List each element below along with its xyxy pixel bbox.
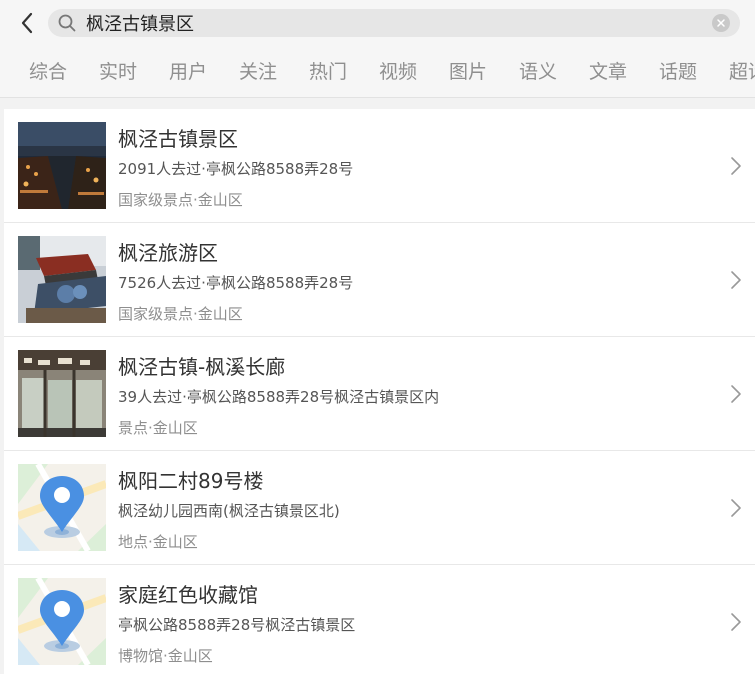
clear-search-button[interactable] xyxy=(712,14,730,32)
tab-super-topics[interactable]: 超话 xyxy=(729,57,755,84)
chevron-right-icon xyxy=(731,157,741,175)
place-address: 7526人去过·亭枫公路8588弄28号 xyxy=(118,274,354,292)
search-header: 综合 实时 用户 关注 热门 视频 图片 语义 文章 话题 超话 xyxy=(0,0,755,98)
tab-semantic[interactable]: 语义 xyxy=(519,57,557,84)
place-address: 枫泾幼儿园西南(枫泾古镇景区北) xyxy=(118,502,340,520)
map-pin-icon xyxy=(18,578,106,665)
place-category: 国家级景点·金山区 xyxy=(118,305,243,323)
place-category: 博物馆·金山区 xyxy=(118,647,213,665)
place-address: 亭枫公路8588弄28号枫泾古镇景区 xyxy=(118,616,356,634)
search-box[interactable] xyxy=(48,9,740,37)
search-icon xyxy=(58,14,76,32)
list-item[interactable]: 枫泾古镇景区 2091人去过·亭枫公路8588弄28号 国家级景点·金山区 xyxy=(4,109,755,223)
tab-hot[interactable]: 热门 xyxy=(309,57,347,84)
place-thumbnail xyxy=(18,350,106,437)
tab-users[interactable]: 用户 xyxy=(169,57,207,84)
place-title: 枫泾古镇-枫溪长廊 xyxy=(118,355,286,379)
place-title: 枫泾古镇景区 xyxy=(118,127,238,151)
list-item[interactable]: 家庭红色收藏馆 亭枫公路8588弄28号枫泾古镇景区 博物馆·金山区 xyxy=(4,565,755,674)
tab-following[interactable]: 关注 xyxy=(239,57,277,84)
list-item[interactable]: 枫泾旅游区 7526人去过·亭枫公路8588弄28号 国家级景点·金山区 xyxy=(4,223,755,337)
place-category: 景点·金山区 xyxy=(118,419,198,437)
place-category: 地点·金山区 xyxy=(118,533,198,551)
place-title: 枫阳二村89号楼 xyxy=(118,469,264,493)
search-input[interactable] xyxy=(86,9,706,37)
chevron-right-icon xyxy=(731,385,741,403)
tab-topics[interactable]: 话题 xyxy=(659,57,697,84)
list-item[interactable]: 枫泾古镇-枫溪长廊 39人去过·亭枫公路8588弄28号枫泾古镇景区内 景点·金… xyxy=(4,337,755,451)
close-icon xyxy=(717,19,725,27)
filter-tabs: 综合 实时 用户 关注 热门 视频 图片 语义 文章 话题 超话 xyxy=(0,47,755,95)
poi-result-list: 枫泾古镇景区 2091人去过·亭枫公路8588弄28号 国家级景点·金山区 枫泾… xyxy=(4,109,755,674)
tab-images[interactable]: 图片 xyxy=(449,57,487,84)
list-item[interactable]: 枫阳二村89号楼 枫泾幼儿园西南(枫泾古镇景区北) 地点·金山区 xyxy=(4,451,755,565)
tab-comprehensive[interactable]: 综合 xyxy=(29,57,67,84)
tab-articles[interactable]: 文章 xyxy=(589,57,627,84)
chevron-right-icon xyxy=(731,499,741,517)
place-address: 2091人去过·亭枫公路8588弄28号 xyxy=(118,160,354,178)
chevron-right-icon xyxy=(731,613,741,631)
back-button[interactable] xyxy=(14,10,40,36)
tab-video[interactable]: 视频 xyxy=(379,57,417,84)
chevron-left-icon xyxy=(21,12,33,34)
place-title: 枫泾旅游区 xyxy=(118,241,218,265)
place-title: 家庭红色收藏馆 xyxy=(118,583,258,607)
map-pin-icon xyxy=(18,464,106,551)
search-results-page: 综合 实时 用户 关注 热门 视频 图片 语义 文章 话题 超话 xyxy=(0,0,755,674)
place-thumbnail xyxy=(18,236,106,323)
chevron-right-icon xyxy=(731,271,741,289)
place-category: 国家级景点·金山区 xyxy=(118,191,243,209)
tab-realtime[interactable]: 实时 xyxy=(99,57,137,84)
place-address: 39人去过·亭枫公路8588弄28号枫泾古镇景区内 xyxy=(118,388,440,406)
place-thumbnail xyxy=(18,122,106,209)
